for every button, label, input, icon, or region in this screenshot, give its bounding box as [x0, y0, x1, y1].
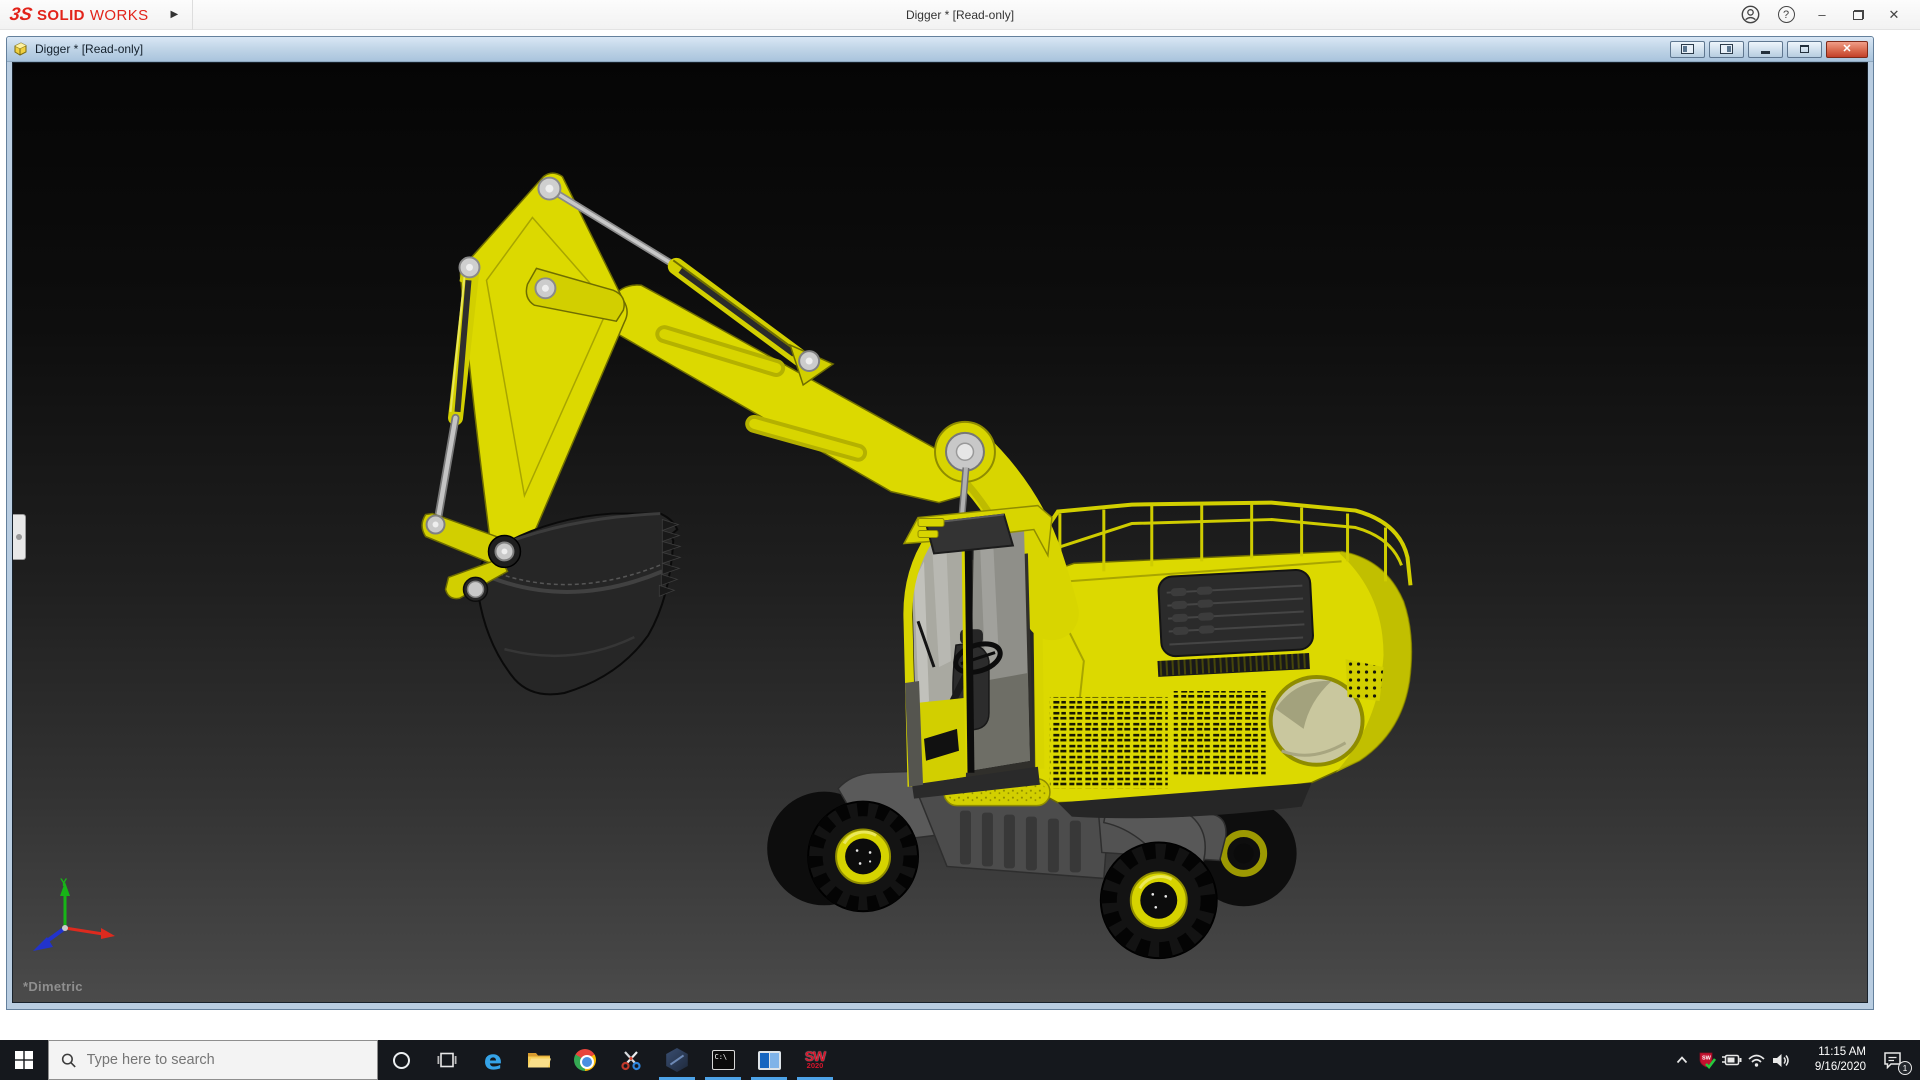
menu-expand-arrow-icon[interactable]: ▶: [171, 9, 179, 20]
clock-time: 11:15 AM: [1818, 1046, 1866, 1059]
side-vent-panel: [1049, 696, 1168, 789]
clock-date: 9/16/2020: [1814, 1061, 1866, 1073]
command-prompt-button[interactable]: C:\: [700, 1040, 746, 1080]
chrome-button[interactable]: [562, 1040, 608, 1080]
brand-solid-text: SOLID: [37, 7, 85, 24]
screen: 3S SOLID WORKS ▶ Digger * [Read-only] ? –…: [0, 0, 1920, 1080]
help-icon: ?: [1777, 6, 1795, 23]
titlebar-controls: ? – ✕: [1732, 0, 1920, 29]
cortana-icon: [392, 1051, 410, 1069]
close-button[interactable]: ✕: [1876, 0, 1912, 30]
file-explorer-button[interactable]: [516, 1040, 562, 1080]
hexagon-app-icon: [666, 1048, 688, 1072]
chrome-icon: [574, 1049, 596, 1071]
windows-taskbar: e C:\ SW: [0, 1040, 1920, 1080]
start-button[interactable]: [0, 1040, 48, 1080]
battery-icon: [1721, 1054, 1741, 1066]
reference-triad: Y: [33, 877, 115, 951]
show-left-pane-button[interactable]: [1670, 40, 1705, 58]
file-explorer-icon: [528, 1053, 551, 1068]
taskbar-clock[interactable]: 11:15 AM 9/16/2020: [1794, 1040, 1872, 1080]
doc-close-button[interactable]: ✕: [1826, 40, 1868, 58]
solidworks-2020-button[interactable]: SW 2020: [792, 1040, 838, 1080]
edge-button[interactable]: e: [470, 1040, 516, 1080]
snipping-tool-button[interactable]: [608, 1040, 654, 1080]
document-window-controls: ✕: [1670, 40, 1868, 58]
doc-minimize-button[interactable]: [1748, 40, 1783, 58]
solidworks-logo-mark: 3S: [8, 4, 34, 24]
solidworks-2020-icon: SW 2020: [804, 1048, 827, 1070]
solidworks-monitor-tray[interactable]: SW: [1694, 1040, 1719, 1080]
task-view-icon: [437, 1052, 457, 1068]
restore-button[interactable]: [1840, 0, 1876, 30]
volume-tray[interactable]: [1769, 1040, 1794, 1080]
show-right-pane-button[interactable]: [1709, 40, 1744, 58]
edrawings-button[interactable]: [654, 1040, 700, 1080]
command-prompt-icon: C:\: [711, 1050, 735, 1070]
document-window: Digger * [Read-only] ✕ Y *Dimetric: [6, 36, 1874, 1010]
triad-y-label: Y: [60, 877, 68, 889]
window-title: Digger * [Read-only]: [905, 8, 1015, 22]
search-input[interactable]: [86, 1052, 365, 1068]
right-pane-icon: [1720, 44, 1733, 54]
dipper-arm[interactable]: [604, 284, 968, 504]
brand-works-text: WORKS: [89, 7, 149, 24]
help-button[interactable]: ?: [1768, 0, 1804, 30]
doc-minimize-icon: [1761, 50, 1770, 54]
document-titlebar[interactable]: Digger * [Read-only] ✕: [7, 37, 1873, 62]
task-view-button[interactable]: [424, 1040, 470, 1080]
part-document-icon: [14, 42, 27, 56]
cortana-button[interactable]: [378, 1040, 424, 1080]
app-window-icon: [757, 1050, 781, 1070]
chevron-up-icon: [1676, 1056, 1687, 1064]
wifi-icon: [1748, 1054, 1765, 1067]
account-icon[interactable]: [1732, 0, 1768, 30]
featuremanager-collapsed-tab[interactable]: [13, 514, 26, 560]
app-window-button[interactable]: [746, 1040, 792, 1080]
doc-restore-icon: [1800, 45, 1809, 53]
view-orientation-label: *Dimetric: [23, 979, 83, 994]
solidworks-logo: 3S SOLID WORKS: [0, 4, 149, 25]
titlebar-separator: [192, 0, 194, 30]
snipping-tool-icon: [621, 1051, 641, 1071]
left-pane-icon: [1681, 44, 1694, 54]
taskbar-search[interactable]: [48, 1040, 378, 1080]
document-title: Digger * [Read-only]: [35, 42, 144, 56]
windows-logo-icon: [15, 1051, 33, 1069]
engine-cover[interactable]: [1157, 568, 1314, 658]
action-center-button[interactable]: 1: [1872, 1040, 1914, 1080]
svg-text:SW: SW: [1702, 1056, 1712, 1062]
edge-icon: e: [483, 1044, 503, 1076]
graphics-viewport[interactable]: Y *Dimetric: [12, 62, 1868, 1003]
hidden-icons-chevron[interactable]: [1669, 1040, 1694, 1080]
notification-badge: 1: [1898, 1061, 1912, 1075]
sw-shield-icon: SW: [1699, 1052, 1716, 1069]
system-tray: SW 11:15 AM 9/16/2020 1: [1669, 1040, 1920, 1080]
wheel-front-left[interactable]: [807, 800, 920, 913]
search-icon: [61, 1053, 76, 1067]
restore-icon: [1852, 9, 1864, 20]
doc-restore-button[interactable]: [1787, 40, 1822, 58]
app-titlebar: 3S SOLID WORKS ▶ Digger * [Read-only] ? –…: [0, 0, 1920, 30]
minimize-button[interactable]: –: [1804, 0, 1840, 30]
wheel-front-right[interactable]: [1099, 841, 1218, 960]
power-tray[interactable]: [1719, 1040, 1744, 1080]
speaker-icon: [1773, 1053, 1789, 1067]
excavator-model[interactable]: [13, 63, 1867, 1002]
network-tray[interactable]: [1744, 1040, 1769, 1080]
